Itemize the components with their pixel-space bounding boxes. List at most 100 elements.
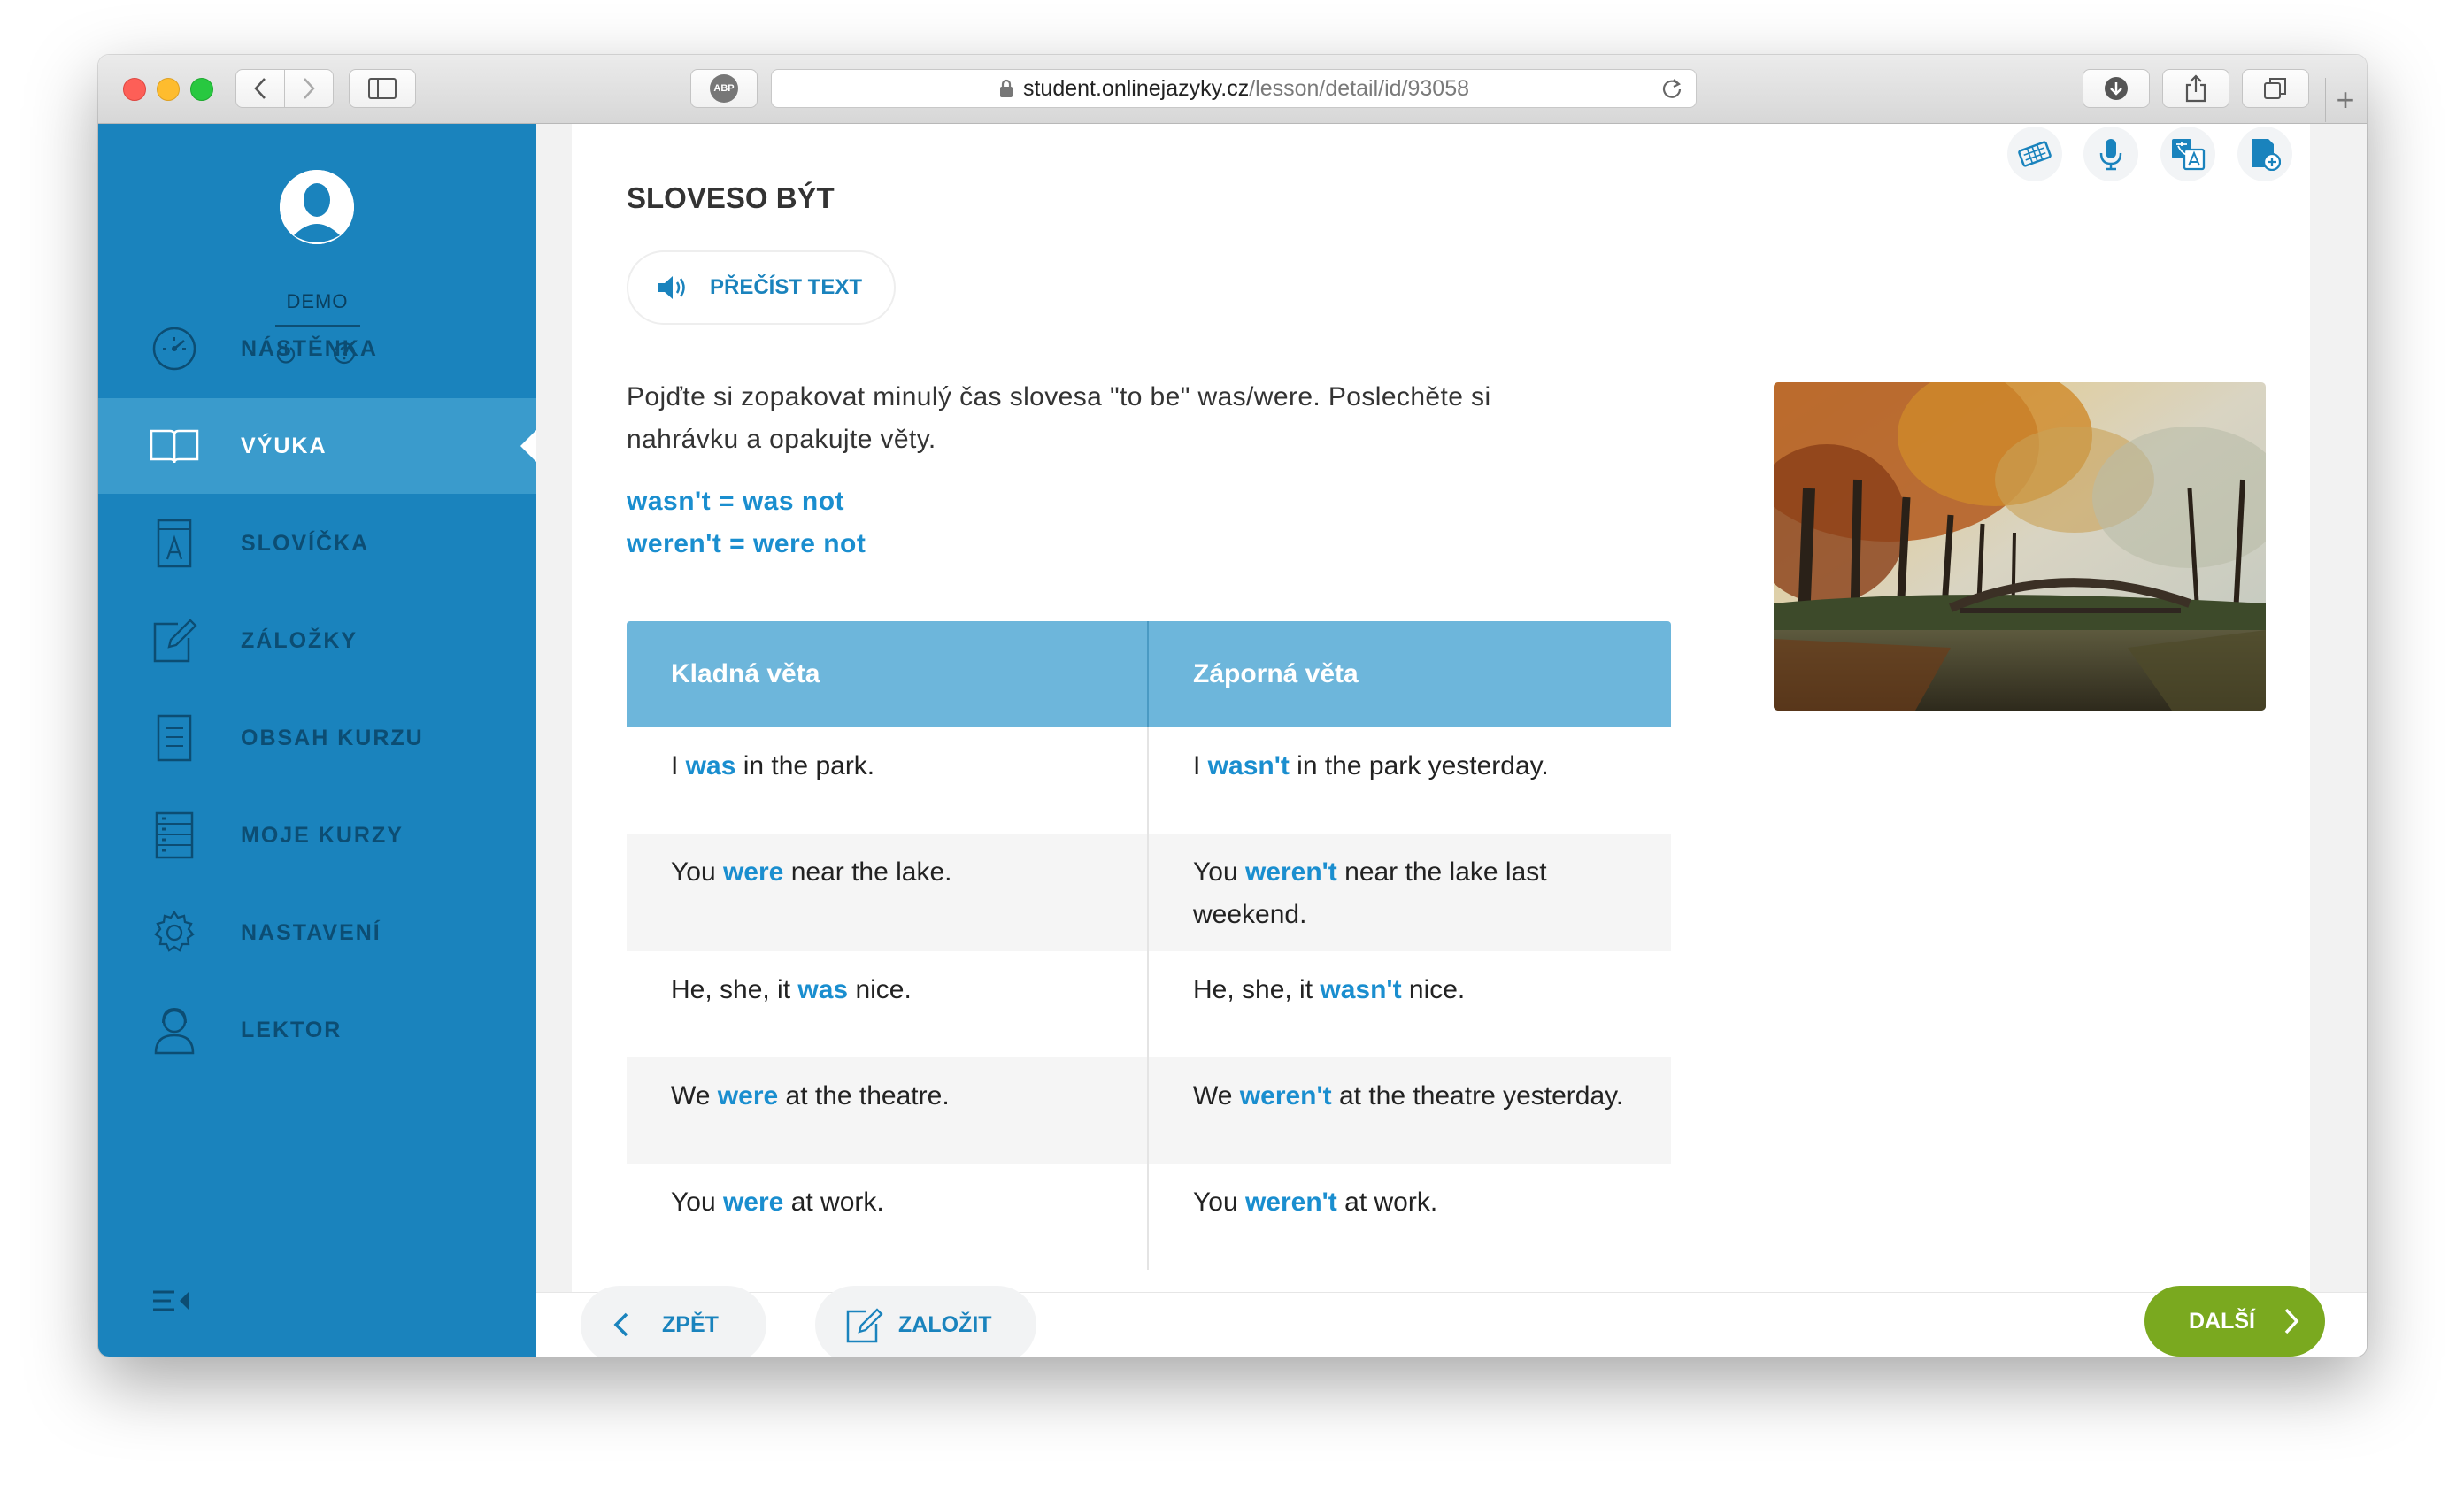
share-button[interactable]	[2162, 69, 2229, 108]
bookmark-button[interactable]: ZALOŽIT	[815, 1286, 1036, 1357]
avatar[interactable]	[280, 170, 354, 244]
url-domain: student.onlinejazyky.cz	[1022, 75, 1250, 101]
add-note-button[interactable]	[2237, 127, 2292, 181]
sidebar-item-label: NASTAVENÍ	[241, 919, 381, 945]
download-icon	[2105, 77, 2128, 100]
lesson-image	[1774, 382, 2266, 711]
back-button[interactable]: ZPĚT	[581, 1286, 766, 1357]
sidebar-item-nastaveni[interactable]: NASTAVENÍ	[98, 885, 536, 980]
keyboard-icon	[2018, 141, 2052, 167]
sidebar-item-slovicka[interactable]: SLOVÍČKA	[98, 496, 536, 591]
downloads-button[interactable]	[2083, 69, 2150, 108]
url-path: /lesson/detail/id/93058	[1249, 75, 1470, 101]
tabs-overview-button[interactable]	[2242, 69, 2309, 108]
verb-form: wasn't	[1320, 975, 1402, 1004]
share-icon	[2185, 74, 2206, 103]
user-avatar-icon	[280, 170, 354, 244]
sidebar-item-lektor[interactable]: LEKTOR	[98, 982, 536, 1078]
positive-sentence: You were near the lake.	[627, 834, 1149, 951]
sidebar: DEMO NÁSTĚNKA VÝUKA SLOVÍČKA ZÁLOŽKY OBS…	[98, 124, 536, 1357]
back-nav-button[interactable]	[235, 69, 285, 108]
main-area: SLOVESO BÝT PŘEČÍST TEXT Pojďte si zopak…	[536, 124, 2367, 1357]
sidebar-toggle-button[interactable]	[349, 69, 416, 108]
browser-toolbar: ABP student.onlinejazyky.cz/lesson/detai…	[98, 55, 2367, 124]
translate-button[interactable]	[2160, 127, 2215, 181]
lesson-content: SLOVESO BÝT PŘEČÍST TEXT Pojďte si zopak…	[572, 124, 2310, 1292]
read-text-button[interactable]: PŘEČÍST TEXT	[627, 250, 896, 325]
verb-form: was	[685, 751, 736, 780]
bookmark-edit-icon	[846, 1308, 883, 1343]
book-icon	[148, 419, 201, 473]
reload-icon[interactable]	[1660, 77, 1683, 100]
maximize-window-button[interactable]	[190, 78, 213, 101]
keyboard-button[interactable]	[2007, 127, 2062, 181]
lesson-intro: Pojďte si zopakovat minulý čas slovesa "…	[627, 382, 1491, 454]
table-row: I was in the park. I wasn't in the park …	[627, 727, 1671, 834]
active-indicator	[520, 430, 536, 462]
speaker-icon	[658, 276, 685, 299]
table-row: He, she, it was nice. He, she, it wasn't…	[627, 951, 1671, 1057]
contraction-definition: weren't = were not	[627, 529, 866, 558]
sidebar-item-nastenka[interactable]: NÁSTĚNKA	[98, 301, 536, 396]
browser-window: ABP student.onlinejazyky.cz/lesson/detai…	[98, 55, 2367, 1357]
bookmark-edit-icon	[148, 614, 201, 667]
sidebar-item-label: VÝUKA	[241, 433, 327, 458]
tabs-icon	[2264, 78, 2286, 99]
chevron-left-icon	[254, 78, 266, 99]
sidebar-item-label: ZÁLOŽKY	[241, 627, 358, 653]
next-button[interactable]: DALŠÍ	[2144, 1286, 2325, 1357]
sidebar-item-zalozky[interactable]: ZÁLOŽKY	[98, 593, 536, 688]
forward-nav-button[interactable]	[284, 69, 334, 108]
address-bar[interactable]: student.onlinejazyky.cz/lesson/detail/id…	[771, 69, 1697, 108]
course-list-icon	[148, 809, 201, 862]
new-tab-button[interactable]: +	[2325, 78, 2365, 122]
sidebar-item-label: NÁSTĚNKA	[241, 335, 378, 361]
positive-sentence: We were at the theatre.	[627, 1057, 1149, 1164]
negative-sentence: You weren't near the lake last weekend.	[1193, 857, 1547, 929]
adblock-button[interactable]: ABP	[690, 69, 758, 108]
contraction-definition: wasn't = was not	[627, 487, 845, 516]
verb-form: were	[722, 857, 784, 887]
table-row: You were at work. You weren't at work.	[627, 1164, 1671, 1270]
column-header: Kladná věta	[627, 621, 1149, 727]
negative-sentence: We weren't at the theatre yesterday.	[1193, 1081, 1624, 1111]
dashboard-icon	[148, 322, 201, 375]
verb-form: weren't	[1244, 1188, 1337, 1217]
minimize-window-button[interactable]	[157, 78, 180, 101]
chevron-left-icon	[613, 1312, 628, 1337]
close-window-button[interactable]	[123, 78, 146, 101]
chevron-right-icon	[304, 78, 315, 99]
lesson-footer: ZPĚT ZALOŽIT DALŠÍ	[536, 1286, 2367, 1357]
positive-sentence: You were at work.	[627, 1164, 1149, 1270]
translate-icon	[2172, 139, 2206, 171]
sidebar-item-vyuka[interactable]: VÝUKA	[98, 398, 536, 494]
lock-icon	[999, 79, 1013, 97]
read-text-label: PŘEČÍST TEXT	[710, 275, 863, 299]
verb-form: weren't	[1244, 857, 1337, 887]
negative-sentence: He, she, it wasn't nice.	[1193, 975, 1466, 1004]
vocabulary-icon	[148, 517, 201, 570]
bookmark-label: ZALOŽIT	[898, 1311, 992, 1337]
microphone-button[interactable]	[2083, 127, 2138, 181]
sidebar-item-label: MOJE KURZY	[241, 822, 404, 848]
sidebar-item-moje-kurzy[interactable]: MOJE KURZY	[98, 788, 536, 883]
adblock-label: ABP	[713, 83, 735, 94]
autumn-park-image	[1774, 382, 2266, 711]
sidebar-item-obsah-kurzu[interactable]: OBSAH KURZU	[98, 690, 536, 786]
column-header: Záporná věta	[1193, 659, 1359, 688]
chevron-right-icon	[2284, 1308, 2299, 1334]
table-row: You were near the lake. You weren't near…	[627, 834, 1671, 951]
sidebar-item-label: SLOVÍČKA	[241, 530, 370, 556]
positive-sentence: He, she, it was nice.	[627, 951, 1149, 1057]
collapse-menu-icon[interactable]	[151, 1288, 192, 1313]
next-label: DALŠÍ	[2189, 1308, 2255, 1334]
sidebar-item-label: OBSAH KURZU	[241, 725, 424, 750]
microphone-icon	[2099, 139, 2122, 171]
adblock-icon: ABP	[710, 74, 738, 103]
tutor-icon	[148, 1003, 201, 1057]
add-note-icon	[2252, 139, 2281, 171]
verb-form: were	[722, 1188, 784, 1217]
table-row: We were at the theatre. We weren't at th…	[627, 1057, 1671, 1164]
verb-form: was	[797, 975, 849, 1004]
sidebar-item-label: LEKTOR	[241, 1017, 343, 1042]
